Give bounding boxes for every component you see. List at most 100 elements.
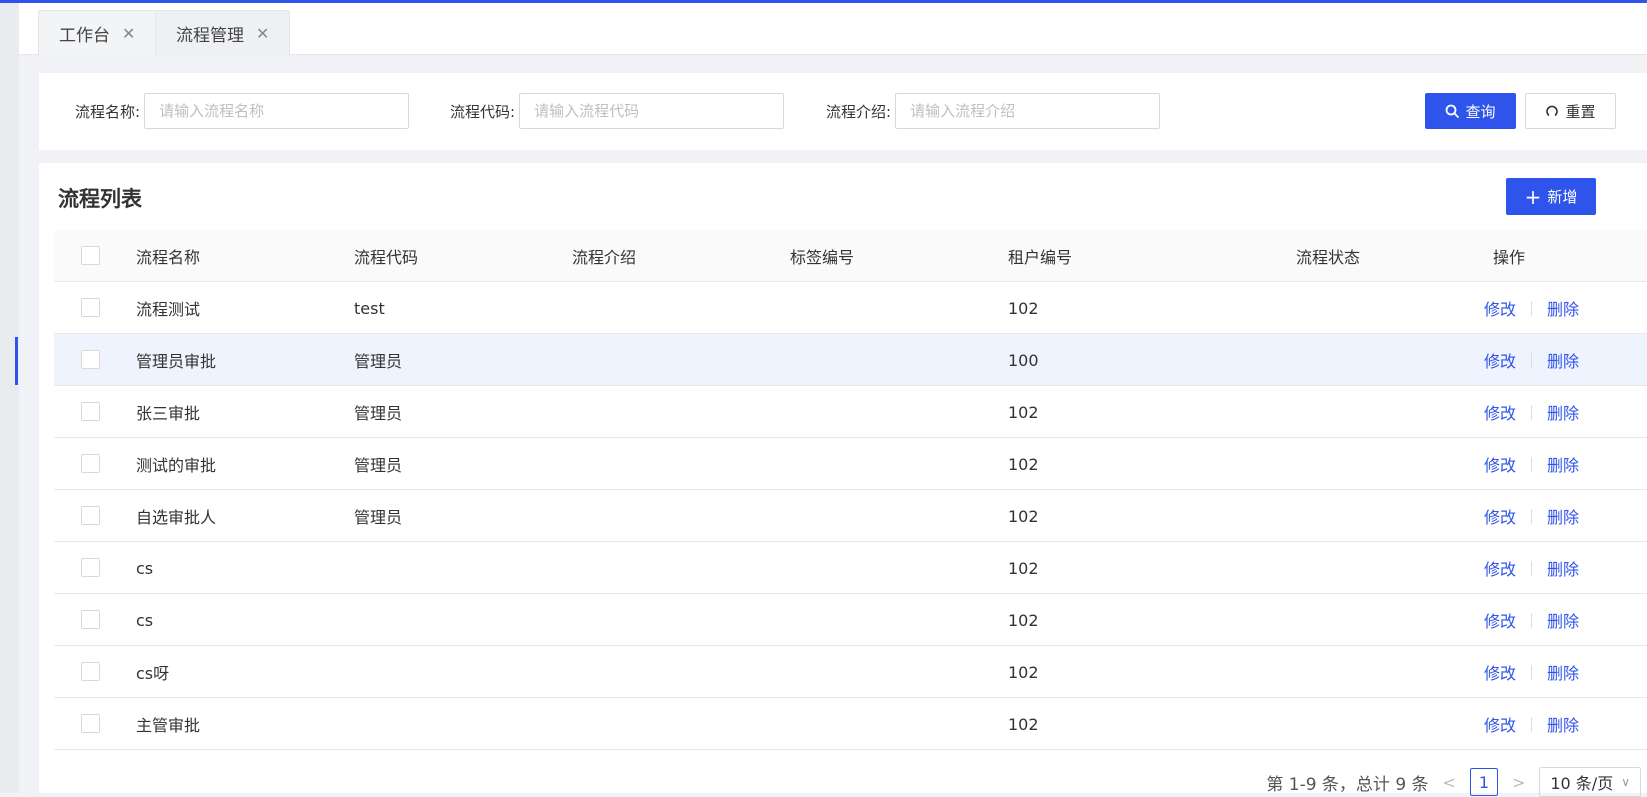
table-row[interactable]: 管理员审批 管理员 100 修改 删除 xyxy=(54,334,1647,386)
row-checkbox[interactable] xyxy=(81,662,100,681)
row-checkbox[interactable] xyxy=(81,610,100,629)
cell-tenant: 102 xyxy=(1008,298,1039,318)
table-row[interactable]: cs呀 102 修改 删除 xyxy=(54,646,1647,698)
cell-code: 管理员 xyxy=(354,508,403,527)
close-icon[interactable]: ✕ xyxy=(122,24,135,43)
page-size-value: 10 条/页 xyxy=(1550,774,1614,793)
action-divider xyxy=(1531,664,1533,680)
edit-link[interactable]: 修改 xyxy=(1484,504,1516,528)
delete-link[interactable]: 删除 xyxy=(1547,556,1579,580)
table-row[interactable]: 张三审批 管理员 102 修改 删除 xyxy=(54,386,1647,438)
search-icon xyxy=(1446,104,1460,118)
next-page-icon[interactable]: > xyxy=(1512,773,1525,792)
cell-tenant: 102 xyxy=(1008,506,1039,526)
add-button[interactable]: + 新增 xyxy=(1506,178,1596,215)
table-row[interactable]: cs 102 修改 删除 xyxy=(54,594,1647,646)
table-row[interactable]: 流程测试 test 102 修改 删除 xyxy=(54,282,1647,334)
cell-code: 管理员 xyxy=(354,404,403,423)
cell-tenant: 102 xyxy=(1008,558,1039,578)
cell-tenant: 102 xyxy=(1008,454,1039,474)
action-divider xyxy=(1531,508,1533,524)
tab-process-management[interactable]: 流程管理 ✕ xyxy=(155,10,291,56)
page-number-current[interactable]: 1 xyxy=(1469,768,1498,796)
cell-code: 管理员 xyxy=(354,456,403,475)
edit-link[interactable]: 修改 xyxy=(1484,452,1516,476)
cell-tenant: 102 xyxy=(1008,402,1039,422)
row-actions: 修改 删除 xyxy=(1484,698,1579,750)
cell-name: 管理员审批 xyxy=(136,352,217,371)
reset-label: 重置 xyxy=(1565,102,1596,121)
row-checkbox[interactable] xyxy=(81,506,100,525)
action-divider xyxy=(1531,716,1533,732)
delete-link[interactable]: 删除 xyxy=(1547,400,1579,424)
col-header-status: 流程状态 xyxy=(1296,248,1361,267)
delete-link[interactable]: 删除 xyxy=(1547,452,1579,476)
edit-link[interactable]: 修改 xyxy=(1484,712,1516,736)
tab-workbench[interactable]: 工作台 ✕ xyxy=(38,10,157,56)
cell-name: 测试的审批 xyxy=(136,456,217,475)
list-title: 流程列表 xyxy=(58,187,142,211)
cell-code: 管理员 xyxy=(354,352,403,371)
cell-code: test xyxy=(354,298,385,318)
query-button[interactable]: 查询 xyxy=(1425,93,1516,129)
delete-link[interactable]: 删除 xyxy=(1547,296,1579,320)
chevron-down-icon: ∨ xyxy=(1621,775,1630,789)
tab-label: 工作台 xyxy=(59,26,110,46)
edit-link[interactable]: 修改 xyxy=(1484,556,1516,580)
row-checkbox[interactable] xyxy=(81,402,100,421)
table-row[interactable]: 测试的审批 管理员 102 修改 删除 xyxy=(54,438,1647,490)
row-actions: 修改 删除 xyxy=(1484,646,1579,698)
process-code-field: 流程代码: xyxy=(450,93,785,129)
delete-link[interactable]: 删除 xyxy=(1547,608,1579,632)
plus-icon: + xyxy=(1524,184,1542,209)
process-table: 流程名称 流程代码 流程介绍 标签编号 租户编号 流程状态 操作 流程测试 tes… xyxy=(54,230,1647,750)
action-divider xyxy=(1531,612,1533,628)
add-label: 新增 xyxy=(1547,188,1578,206)
row-actions: 修改 删除 xyxy=(1484,490,1579,542)
action-divider xyxy=(1531,404,1533,420)
cell-name: 主管审批 xyxy=(136,716,201,735)
row-checkbox[interactable] xyxy=(81,558,100,577)
side-menu-strip xyxy=(0,3,19,793)
prev-page-icon[interactable]: < xyxy=(1443,773,1456,792)
process-name-label: 流程名称: xyxy=(75,102,141,121)
select-all-checkbox[interactable] xyxy=(81,246,100,265)
process-intro-label: 流程介绍: xyxy=(826,102,892,121)
close-icon[interactable]: ✕ xyxy=(256,24,269,43)
process-list-card: 流程列表 + 新增 流程名称 流程代码 流程介绍 标签编号 租户编号 流程状态 … xyxy=(39,163,1647,797)
edit-link[interactable]: 修改 xyxy=(1484,660,1516,684)
row-checkbox[interactable] xyxy=(81,454,100,473)
row-actions: 修改 删除 xyxy=(1484,282,1579,334)
row-checkbox[interactable] xyxy=(81,350,100,369)
cell-tenant: 102 xyxy=(1008,610,1039,630)
delete-link[interactable]: 删除 xyxy=(1547,504,1579,528)
process-code-input[interactable] xyxy=(519,93,785,129)
delete-link[interactable]: 删除 xyxy=(1547,348,1579,372)
cell-name: cs呀 xyxy=(136,664,170,683)
process-intro-field: 流程介绍: xyxy=(826,93,1161,129)
pagination-summary: 第 1-9 条，总计 9 条 xyxy=(1266,774,1429,795)
edit-link[interactable]: 修改 xyxy=(1484,608,1516,632)
row-actions: 修改 删除 xyxy=(1484,386,1579,438)
table-row[interactable]: 主管审批 102 修改 删除 xyxy=(54,698,1647,750)
row-actions: 修改 删除 xyxy=(1484,334,1579,386)
table-row[interactable]: 自选审批人 管理员 102 修改 删除 xyxy=(54,490,1647,542)
table-row[interactable]: cs 102 修改 删除 xyxy=(54,542,1647,594)
cell-tenant: 102 xyxy=(1008,714,1039,734)
action-divider xyxy=(1531,456,1533,472)
process-name-input[interactable] xyxy=(144,93,410,129)
cell-name: cs xyxy=(136,558,154,578)
row-checkbox[interactable] xyxy=(81,298,100,317)
edit-link[interactable]: 修改 xyxy=(1484,296,1516,320)
edit-link[interactable]: 修改 xyxy=(1484,400,1516,424)
row-checkbox[interactable] xyxy=(81,714,100,733)
delete-link[interactable]: 删除 xyxy=(1547,660,1579,684)
col-header-tag: 标签编号 xyxy=(790,248,855,267)
col-header-intro: 流程介绍 xyxy=(572,248,637,267)
reset-button[interactable]: 重置 xyxy=(1525,93,1616,129)
process-intro-input[interactable] xyxy=(895,93,1161,129)
delete-link[interactable]: 删除 xyxy=(1547,712,1579,736)
edit-link[interactable]: 修改 xyxy=(1484,348,1516,372)
col-header-actions: 操作 xyxy=(1493,248,1526,267)
action-divider xyxy=(1531,560,1533,576)
